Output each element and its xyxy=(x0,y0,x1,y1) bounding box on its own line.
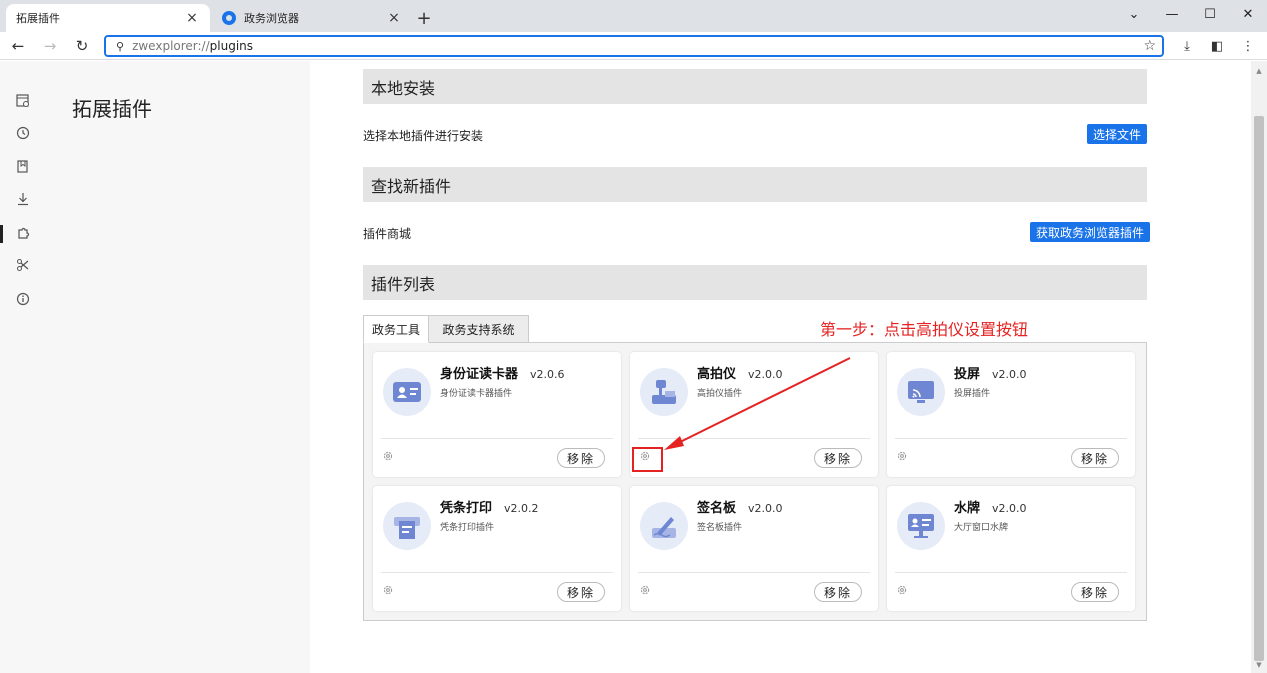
card-divider xyxy=(638,572,870,573)
plugin-name: 身份证读卡器 xyxy=(440,367,519,382)
remove-button[interactable]: 移除 xyxy=(1071,582,1119,602)
plugin-store-label: 插件商城 xyxy=(363,227,412,241)
window-controls: ⌄ — ☐ ✕ xyxy=(1115,0,1267,28)
gear-icon[interactable] xyxy=(638,583,652,597)
plugin-title-line: 凭条打印 v2.0.2 xyxy=(440,497,539,516)
about-icon[interactable] xyxy=(13,289,33,309)
plugin-version: v2.0.0 xyxy=(748,502,783,515)
maximize-button[interactable]: ☐ xyxy=(1191,0,1229,28)
remove-button[interactable]: 移除 xyxy=(814,582,862,602)
plugin-title-line: 身份证读卡器 v2.0.6 xyxy=(440,363,565,382)
plugin-name: 投屏 xyxy=(954,367,981,382)
download-icon[interactable] xyxy=(13,189,33,209)
url-scheme: zwexplorer:// xyxy=(132,39,210,53)
forward-button[interactable]: → xyxy=(40,36,60,56)
page-title: 拓展插件 xyxy=(72,97,152,121)
section-header-local-install: 本地安装 xyxy=(363,69,1147,104)
tab-search-button[interactable]: ⌄ xyxy=(1115,0,1153,28)
get-plugins-button[interactable]: 获取政务浏览器插件 xyxy=(1030,222,1151,242)
browser-settings-icon[interactable] xyxy=(13,91,33,111)
card-divider xyxy=(381,438,613,439)
left-rail xyxy=(0,61,46,673)
toolbar: ← → ↻ ⚲ zwexplorer:// plugins ☆ ⤓ ◧ ⋮ xyxy=(0,32,1267,60)
tab-label: 拓展插件 xyxy=(16,12,60,25)
remove-button[interactable]: 移除 xyxy=(1071,448,1119,468)
plugin-name: 签名板 xyxy=(697,501,737,516)
plugin-name: 凭条打印 xyxy=(440,501,493,516)
plugin-version: v2.0.6 xyxy=(530,368,565,381)
plugin-card: 投屏 v2.0.0 投屏插件 移除 xyxy=(887,352,1135,477)
minimize-button[interactable]: — xyxy=(1153,0,1191,28)
plugin-name: 水牌 xyxy=(954,501,981,516)
reload-button[interactable]: ↻ xyxy=(72,36,92,56)
tab-gov-browser[interactable]: 政务浏览器 × xyxy=(212,4,412,32)
card-divider xyxy=(895,438,1127,439)
plugin-description: 投屏插件 xyxy=(954,389,991,399)
close-icon[interactable]: × xyxy=(184,10,200,26)
bookmark-star-icon[interactable]: ☆ xyxy=(1143,38,1156,54)
card-divider xyxy=(895,572,1127,573)
annotation-text: 第一步：点击高拍仪设置按钮 xyxy=(820,320,1029,339)
highlight-box xyxy=(632,447,663,472)
annotation-arrow-icon xyxy=(664,357,851,450)
gear-icon[interactable] xyxy=(895,583,909,597)
back-button[interactable]: ← xyxy=(8,36,28,56)
close-window-button[interactable]: ✕ xyxy=(1229,0,1267,28)
scroll-up-icon[interactable]: ▲ xyxy=(1255,67,1263,75)
plugin-title-line: 签名板 v2.0.0 xyxy=(697,497,783,516)
tab-extensions[interactable]: 拓展插件 × xyxy=(6,4,210,32)
plugin-card: 凭条打印 v2.0.2 凭条打印插件移除 xyxy=(373,486,621,611)
gear-icon[interactable] xyxy=(381,583,395,597)
url-path: plugins xyxy=(209,39,254,53)
bookmarks-icon[interactable] xyxy=(13,157,33,177)
close-icon[interactable]: × xyxy=(386,10,402,26)
section-header-plugin-list: 插件列表 xyxy=(363,265,1147,300)
choose-file-button[interactable]: 选择文件 xyxy=(1087,124,1148,144)
download-icon[interactable]: ⤓ xyxy=(1177,36,1197,56)
plugin-title-line: 水牌 v2.0.0 xyxy=(954,497,1027,516)
plugin-title-line: 投屏 v2.0.0 xyxy=(954,363,1027,382)
extensions-icon[interactable] xyxy=(13,223,33,243)
tab-gov-support[interactable]: 政务支持系统 xyxy=(429,315,529,343)
plugin-description: 身份证读卡器插件 xyxy=(440,389,513,399)
section-header-find-new: 查找新插件 xyxy=(363,167,1147,202)
active-indicator xyxy=(0,225,3,243)
scroll-thumb[interactable] xyxy=(1254,116,1264,661)
plugin-description: 凭条打印插件 xyxy=(440,523,495,533)
remove-button[interactable]: 移除 xyxy=(557,448,605,468)
nameplate-icon xyxy=(897,502,945,550)
remove-button[interactable]: 移除 xyxy=(557,582,605,602)
history-icon[interactable] xyxy=(13,123,33,143)
screen-cast-icon xyxy=(897,368,945,416)
plugin-version: v2.0.2 xyxy=(504,502,539,515)
local-install-label: 选择本地插件进行安装 xyxy=(363,129,484,143)
plugin-card: 身份证读卡器 v2.0.6 身份证读卡器插件移除 xyxy=(373,352,621,477)
page-nav-column: 拓展插件 xyxy=(46,61,310,673)
plugin-description: 大厅窗口水牌 xyxy=(954,523,1009,533)
tab-label: 政务浏览器 xyxy=(244,12,299,25)
new-tab-button[interactable]: + xyxy=(414,8,434,29)
plugin-description: 签名板插件 xyxy=(697,523,743,533)
tools-icon[interactable] xyxy=(13,255,33,275)
id-card-icon xyxy=(383,368,431,416)
browser-logo-icon xyxy=(222,11,236,25)
card-divider xyxy=(381,572,613,573)
gear-icon[interactable] xyxy=(381,449,395,463)
scroll-down-icon[interactable]: ▼ xyxy=(1255,661,1263,669)
gear-icon[interactable] xyxy=(895,449,909,463)
side-panel-icon[interactable]: ◧ xyxy=(1207,36,1227,56)
plugin-card: 水牌 v2.0.0 大厅窗口水牌移除 xyxy=(887,486,1135,611)
tab-gov-tools[interactable]: 政务工具 xyxy=(363,315,429,343)
tab-strip: 拓展插件 × 政务浏览器 × + ⌄ — ☐ ✕ xyxy=(0,0,1267,32)
search-icon: ⚲ xyxy=(116,39,125,53)
plugin-version: v2.0.0 xyxy=(992,502,1027,515)
receipt-printer-icon xyxy=(383,502,431,550)
menu-icon[interactable]: ⋮ xyxy=(1238,36,1258,56)
scrollbar[interactable]: ▲ ▼ xyxy=(1251,61,1267,673)
signature-pad-icon xyxy=(640,502,688,550)
address-bar[interactable]: ⚲ zwexplorer:// plugins ☆ xyxy=(104,35,1164,57)
plugin-card: 签名板 v2.0.0 签名板插件移除 xyxy=(630,486,878,611)
plugin-version: v2.0.0 xyxy=(992,368,1027,381)
